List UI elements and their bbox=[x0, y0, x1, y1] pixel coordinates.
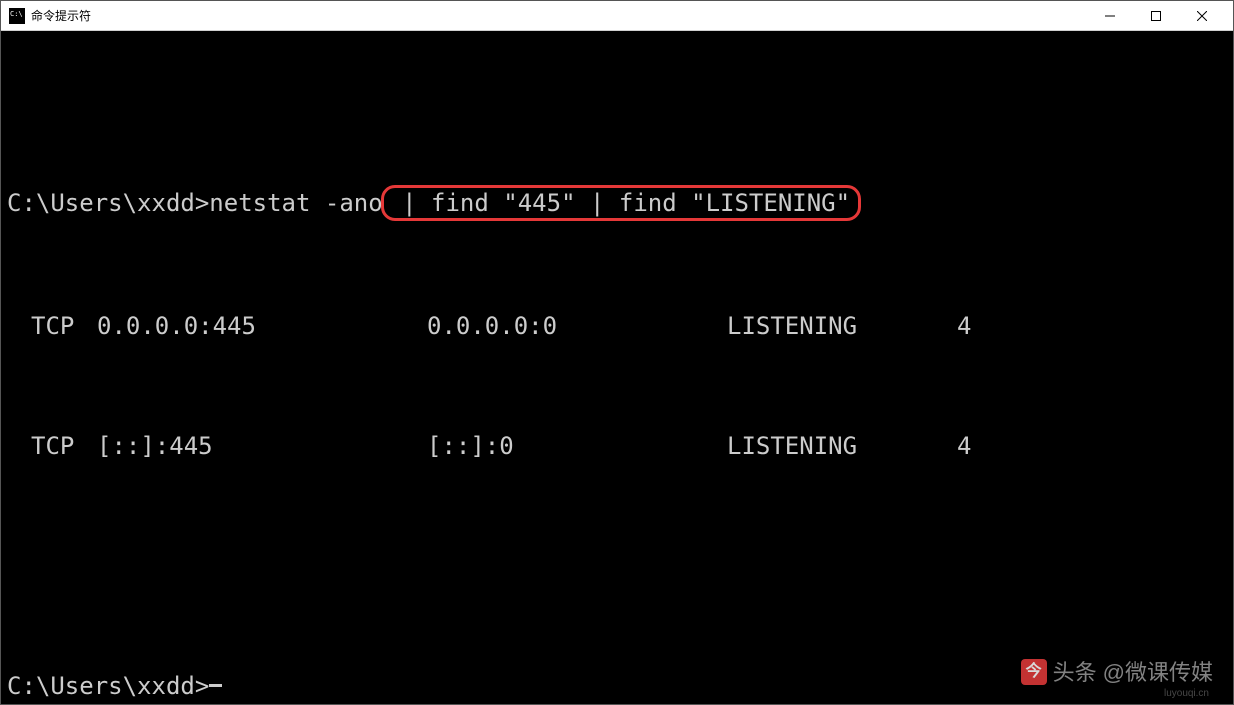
output-row: TCP [::]:445 [::]:0 LISTENING 4 bbox=[7, 431, 1227, 461]
terminal-area[interactable]: C:\Users\xxdd>netstat -ano | find "445" … bbox=[1, 31, 1233, 704]
output-row: TCP 0.0.0.0:445 0.0.0.0:0 LISTENING 4 bbox=[7, 311, 1227, 341]
col-foreign: [::]:0 bbox=[427, 431, 727, 461]
window-titlebar[interactable]: 命令提示符 bbox=[1, 1, 1233, 31]
col-proto: TCP bbox=[7, 311, 97, 341]
command-line-1: C:\Users\xxdd>netstat -ano | find "445" … bbox=[7, 185, 1227, 221]
minimize-button[interactable] bbox=[1087, 1, 1133, 31]
prompt-text: C:\Users\xxdd> bbox=[7, 188, 209, 218]
col-local: 0.0.0.0:445 bbox=[97, 311, 427, 341]
close-button[interactable] bbox=[1179, 1, 1225, 31]
highlighted-command: | find "445" | find "LISTENING" bbox=[381, 185, 861, 221]
col-proto: TCP bbox=[7, 431, 97, 461]
watermark-sub: luyouqi.cn bbox=[1164, 688, 1209, 701]
col-foreign: 0.0.0.0:0 bbox=[427, 311, 727, 341]
cmd-icon bbox=[9, 8, 25, 24]
window-controls bbox=[1087, 1, 1225, 31]
watermark: 今 头条 @微课传媒 bbox=[1021, 659, 1213, 687]
col-state: LISTENING bbox=[727, 311, 957, 341]
prompt-text: C:\Users\xxdd> bbox=[7, 671, 209, 701]
watermark-logo-icon: 今 bbox=[1021, 659, 1047, 685]
watermark-handle: @微课传媒 bbox=[1103, 659, 1213, 687]
maximize-button[interactable] bbox=[1133, 1, 1179, 31]
command-text: netstat -ano bbox=[209, 188, 382, 218]
cursor-icon bbox=[209, 684, 222, 687]
col-state: LISTENING bbox=[727, 431, 957, 461]
col-pid: 4 bbox=[957, 431, 971, 461]
col-local: [::]:445 bbox=[97, 431, 427, 461]
col-pid: 4 bbox=[957, 311, 971, 341]
cmd-window: 命令提示符 C:\Users\xxdd>netstat -ano | find … bbox=[0, 0, 1234, 705]
window-title: 命令提示符 bbox=[31, 7, 1087, 24]
watermark-label: 头条 bbox=[1053, 659, 1097, 687]
